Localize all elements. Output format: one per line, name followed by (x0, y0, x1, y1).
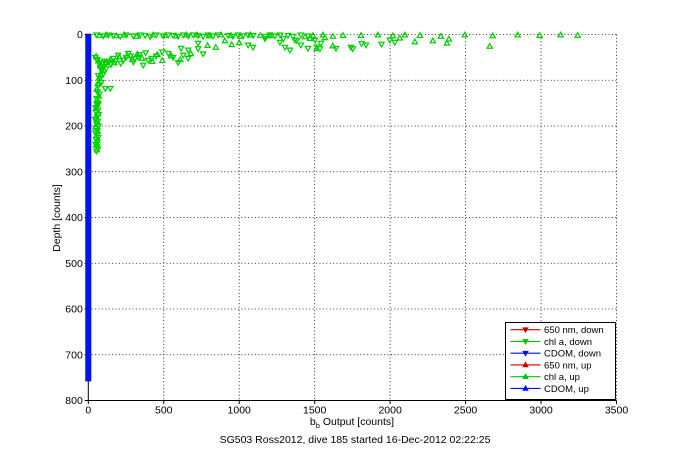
triangle-up-marker (329, 41, 337, 49)
triangle-up-marker (235, 38, 243, 46)
triangle-up-marker (461, 30, 469, 38)
triangle-up-marker (256, 31, 265, 38)
x-axis-label: bb Output [counts] (310, 416, 394, 430)
triangle-up-marker (574, 31, 582, 38)
triangle-up-marker (411, 37, 419, 45)
triangle-down-marker (141, 50, 150, 57)
y-tick-label: 500 (65, 258, 83, 270)
triangle-up-marker (486, 42, 494, 49)
y-tick-label: 100 (65, 75, 83, 87)
y-tick-label: 700 (65, 349, 83, 361)
triangle-up-marker (329, 32, 337, 39)
triangle-down-marker (106, 85, 115, 93)
figure-caption: SG503 Ross2012, dive 185 started 16-Dec-… (219, 434, 491, 446)
legend-entry-label: CDOM, up (544, 384, 589, 395)
triangle-down-marker (304, 45, 312, 53)
triangle-down-marker (297, 42, 305, 49)
triangle-up-marker (339, 31, 347, 38)
triangle-down-marker (357, 41, 366, 48)
x-tick-label: 1000 (228, 405, 252, 417)
triangle-down-marker (184, 55, 192, 63)
triangle-down-marker (199, 33, 207, 41)
triangle-up-marker (416, 31, 424, 38)
triangle-up-marker (306, 34, 314, 42)
triangle-down-marker (199, 51, 207, 58)
x-tick-label: 500 (155, 405, 173, 417)
triangle-up-marker (556, 30, 565, 38)
x-tick-label: 1500 (303, 405, 327, 417)
triangle-up-marker (227, 40, 236, 48)
x-axis-label-rest: Output [counts] (319, 415, 395, 428)
triangle-up-marker (396, 34, 404, 41)
y-tick-label: 400 (65, 212, 83, 224)
legend: 650 nm, downchl a, downCDOM, down650 nm,… (505, 322, 616, 400)
x-tick-label: 2000 (378, 405, 402, 417)
x-tick-label: 3000 (529, 405, 553, 417)
cdom-marker-band (85, 33, 92, 382)
triangle-down-marker (249, 44, 257, 52)
legend-entry-label: chl a, up (544, 372, 580, 383)
triangle-down-marker (194, 40, 202, 48)
y-tick-label: 0 (77, 29, 83, 41)
triangle-up-marker (221, 36, 229, 44)
triangle-up-marker (212, 43, 220, 50)
x-tick-label: 3500 (605, 405, 629, 417)
triangle-down-marker (362, 42, 370, 49)
triangle-down-marker (139, 62, 147, 70)
triangle-down-marker (194, 46, 202, 53)
triangle-down-marker (332, 45, 340, 53)
triangle-down-marker (286, 47, 294, 55)
legend-entry-label: 650 nm, down (544, 325, 604, 336)
triangle-down-marker (117, 60, 125, 68)
triangle-down-marker (391, 39, 399, 47)
triangle-down-marker (177, 45, 185, 53)
triangle-up-marker (203, 41, 212, 49)
chl-down-series (91, 32, 399, 156)
triangle-down-marker (276, 39, 284, 47)
triangle-down-marker (102, 66, 110, 73)
y-tick-label: 200 (65, 121, 83, 133)
triangle-up-marker (429, 36, 437, 44)
triangle-down-marker (141, 32, 149, 40)
triangle-up-marker (536, 31, 544, 38)
triangle-down-marker (101, 85, 109, 93)
legend-entry-label: 650 nm, up (544, 360, 592, 371)
triangle-down-marker (179, 52, 187, 60)
y-tick-label: 600 (65, 304, 83, 316)
y-axis-label: Depth [counts] (51, 184, 63, 252)
triangle-up-marker (357, 31, 365, 38)
triangle-up-marker (489, 31, 497, 39)
y-tick-label: 800 (65, 395, 83, 407)
triangle-up-marker (389, 31, 397, 39)
x-tick-label: 0 (85, 405, 91, 417)
triangle-down-marker (158, 49, 166, 56)
plot-area: 0 500 1000 1500 2000 2500 3000 3500 0 100 200 300 40… (65, 29, 629, 417)
triangle-up-marker (445, 35, 453, 42)
triangle-down-marker (377, 41, 386, 49)
legend-entry-label: CDOM, down (544, 349, 601, 360)
legend-entry-label: chl a, down (544, 337, 592, 348)
x-tick-label: 2500 (454, 405, 478, 417)
y-tick-label: 300 (65, 166, 83, 178)
